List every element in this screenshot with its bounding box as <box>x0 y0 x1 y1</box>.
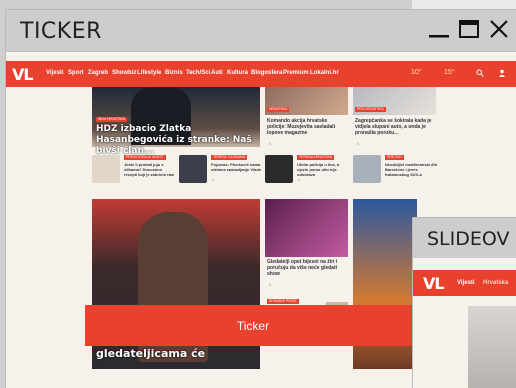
headline-hdz[interactable]: HDZ izbacio Zlatka Hasanbegovića iz stra… <box>96 124 256 157</box>
nav-item-lifestyle[interactable]: Lifestyle <box>137 70 161 76</box>
search-icon[interactable] <box>476 69 484 77</box>
article-tag: TERENA HRVATSKA <box>297 155 335 160</box>
nav-item-techsci[interactable]: Tech/Sci <box>186 70 210 76</box>
thumb-suv[interactable] <box>353 155 381 183</box>
slideover-logo[interactable]: VL <box>423 274 445 293</box>
nav-item-auti[interactable]: Auti <box>211 70 223 76</box>
ticker-label: Ticker <box>236 319 270 333</box>
slideover-nav-vijesti[interactable]: Vijesti <box>457 280 475 286</box>
slideover-article-image[interactable] <box>468 306 516 388</box>
headline-small-1[interactable]: Jeste li probali juju s olikama? Donosim… <box>124 162 176 177</box>
nav-item-premium[interactable]: Premium <box>283 70 309 76</box>
slideover-titlebar: SLIDEOV <box>413 218 516 258</box>
headline-small-4[interactable]: Neodoljivi mediteranski đih Barcelone i … <box>385 162 437 177</box>
weather-icon: 10° <box>411 69 422 76</box>
nav-item-vijesti[interactable]: Vijesti <box>46 70 64 76</box>
thumb-popovac[interactable] <box>179 155 207 183</box>
nav-item-sport[interactable]: Sport <box>68 70 84 76</box>
nav-item-lokalni[interactable]: Lokalni.hr <box>310 70 339 76</box>
minimize-icon[interactable] <box>426 16 452 44</box>
slideover-navbar: VL Vijesti Hrvatska <box>413 270 516 296</box>
user-icon[interactable] <box>498 69 506 77</box>
article-tag: PROVOCIRAJU MJEST <box>124 155 166 160</box>
headline-gledatelji[interactable]: Gledatelji opet bijesni na žiri i poruču… <box>267 259 347 277</box>
site-logo[interactable]: VL <box>12 65 34 84</box>
site-navbar: VL Vijesti Sport Zagreb Showbiz Lifestyl… <box>6 61 516 87</box>
thumb-uhitio[interactable] <box>265 155 293 183</box>
temperature-icon: 15° <box>444 69 455 76</box>
article-tag: SRETNO <box>385 155 404 160</box>
background-window-strip <box>412 0 516 10</box>
nav-item-kultura[interactable]: Kultura <box>227 70 248 76</box>
article-tag: PRO HRVATSKA <box>355 107 386 112</box>
maximize-icon[interactable] <box>456 16 482 44</box>
article-tag: HRVATSKA <box>267 107 290 112</box>
comment-count: 0 <box>298 177 301 182</box>
comment-count: 0 <box>212 177 215 182</box>
nav-item-zagreb[interactable]: Zagreb <box>88 70 108 76</box>
slideover-window: SLIDEOV VL Vijesti Hrvatska <box>413 218 516 388</box>
nav-item-blogosfera[interactable]: Blogosfera <box>251 70 282 76</box>
window-title: TICKER <box>20 19 102 44</box>
article-tag: ISTINSKE PRIČE <box>267 299 299 304</box>
comment-count: 0 <box>269 282 272 287</box>
comment-count: 0 <box>269 141 272 146</box>
slideover-nav-hrvatska[interactable]: Hrvatska <box>483 280 508 286</box>
headline-zagrepcanka[interactable]: Zagrepčanka se šokirala kada je vidjela … <box>355 118 437 136</box>
headline-police[interactable]: Komando akcija hrvatske policije: Muzeje… <box>267 118 347 136</box>
headline-small-3[interactable]: Uhitio policija u lica, a njezin pomo ut… <box>297 162 349 177</box>
article-tag: TERESE GLOBAMA <box>211 155 248 160</box>
ticker-bar[interactable]: Ticker <box>85 305 421 346</box>
comment-count: 0 <box>357 141 360 146</box>
article-image-dancer[interactable] <box>265 199 348 257</box>
thumb-food[interactable] <box>92 155 120 183</box>
window-titlebar: TICKER <box>6 10 516 52</box>
close-icon[interactable] <box>486 16 512 44</box>
slideover-title: SLIDEOV <box>427 228 510 250</box>
article-tag: IBNA HRVATSKA <box>96 117 128 122</box>
nav-item-showbiz[interactable]: Showbiz <box>112 70 136 76</box>
headline-small-2[interactable]: Popovac: Plenković nama otežava zastavlj… <box>211 162 263 172</box>
nav-item-biznis[interactable]: Biznis <box>165 70 183 76</box>
